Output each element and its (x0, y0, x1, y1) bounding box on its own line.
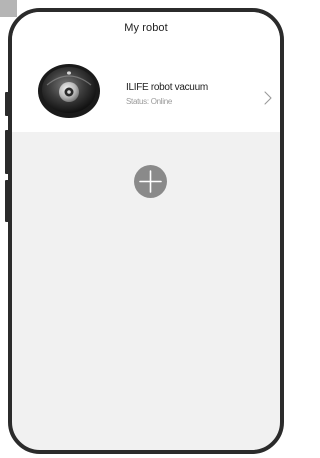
robot-list-item[interactable]: ILIFE robot vacuum Status: Online (12, 48, 280, 132)
robot-vacuum-icon (38, 64, 100, 118)
robot-status: Status: Online (126, 97, 173, 106)
chevron-right-icon[interactable] (264, 91, 272, 105)
screenshot-canvas: My robot ILIFE robot vacuum Status: Onli… (0, 0, 290, 458)
plus-icon (139, 170, 162, 193)
page-title: My robot (124, 22, 168, 34)
robot-name: ILIFE robot vacuum (126, 82, 208, 93)
add-device-button[interactable] (134, 165, 167, 198)
title-bar: My robot (12, 12, 280, 48)
phone-frame: My robot ILIFE robot vacuum Status: Onli… (8, 8, 284, 454)
